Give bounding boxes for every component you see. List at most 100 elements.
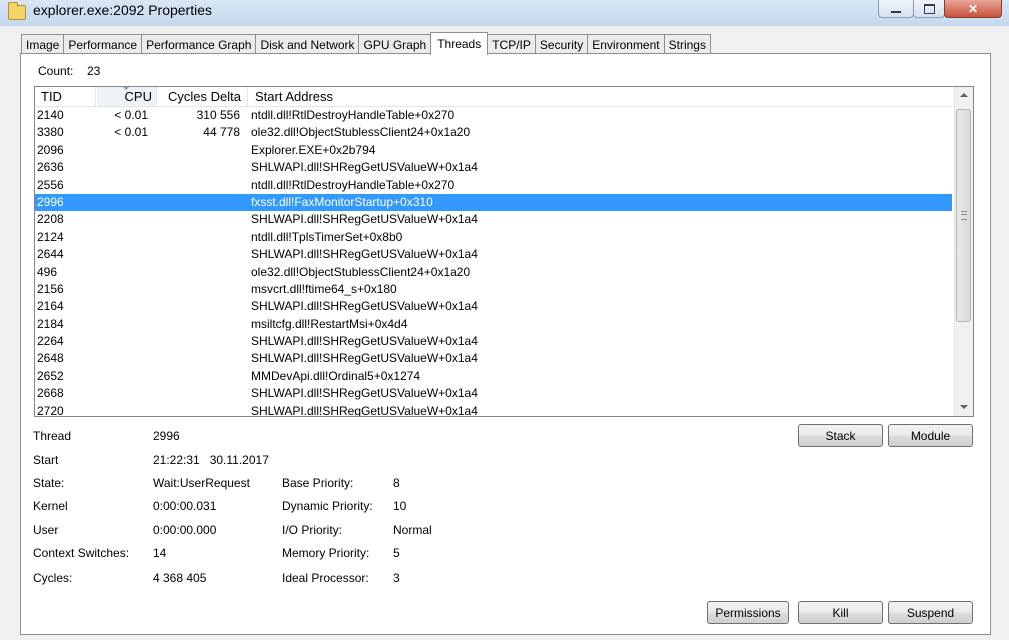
tid-cell: 2636: [37, 160, 64, 175]
count-label: Count:: [38, 64, 74, 78]
tab-strings[interactable]: Strings: [663, 34, 711, 55]
thread-label: Thread: [33, 429, 72, 443]
table-row[interactable]: 2164 SHLWAPI.dll!SHRegGetUSValueW+0x1a4: [35, 298, 952, 315]
thread-value: 2996: [153, 429, 180, 443]
table-row[interactable]: 2652 MMDevApi.dll!Ordinal5+0x1274: [35, 368, 952, 385]
table-row[interactable]: 2264 SHLWAPI.dll!SHRegGetUSValueW+0x1a4: [35, 333, 952, 350]
start-address-cell: MMDevApi.dll!Ordinal5+0x1274: [251, 368, 421, 383]
start-address-cell: SHLWAPI.dll!SHRegGetUSValueW+0x1a4: [251, 212, 478, 227]
tab-security[interactable]: Security: [534, 34, 589, 55]
tid-cell: 2668: [37, 386, 64, 401]
start-address-cell: fxsst.dll!FaxMonitorStartup+0x310: [251, 194, 433, 209]
tid-cell: 2184: [37, 316, 64, 331]
state-value: Wait:UserRequest: [153, 476, 250, 490]
list-header: TID CPU Cycles Delta Start Address: [35, 87, 952, 107]
tab-tcp-ip[interactable]: TCP/IP: [487, 34, 536, 55]
table-row[interactable]: 2124 ntdll.dll!TplsTimerSet+0x8b0: [35, 229, 952, 246]
user-label: User: [33, 523, 59, 537]
maximize-icon: [923, 3, 935, 14]
cycles-label: Cycles:: [33, 571, 73, 585]
minimize-icon: [891, 10, 901, 13]
table-row[interactable]: 2720 SHLWAPI.dll!SHRegGetUSValueW+0x1a4: [35, 403, 952, 417]
context-switches-label: Context Switches:: [33, 546, 130, 560]
start-address-cell: ntdll.dll!RtlDestroyHandleTable+0x270: [251, 108, 455, 122]
scrollbar-thumb[interactable]: [956, 109, 971, 322]
tid-cell: 2140: [37, 108, 64, 122]
cycles-delta-cell: 310 556: [196, 108, 240, 122]
table-row[interactable]: 2668 SHLWAPI.dll!SHRegGetUSValueW+0x1a4: [35, 385, 952, 402]
column-header-start-address[interactable]: Start Address: [249, 87, 749, 106]
module-button[interactable]: Module: [888, 424, 973, 447]
permissions-button[interactable]: Permissions: [707, 601, 789, 624]
tid-cell: 2648: [37, 351, 64, 366]
vertical-scrollbar[interactable]: [954, 87, 973, 416]
cycles-value: 4 368 405: [153, 571, 207, 585]
threads-list[interactable]: TID CPU Cycles Delta Start Address 2140 <…: [34, 86, 974, 417]
table-row[interactable]: 2644 SHLWAPI.dll!SHRegGetUSValueW+0x1a4: [35, 246, 952, 263]
table-row[interactable]: 2556 ntdll.dll!RtlDestroyHandleTable+0x27…: [35, 177, 952, 194]
start-address-cell: ole32.dll!ObjectStublessClient24+0x1a20: [251, 264, 471, 279]
tid-cell: 2644: [37, 247, 64, 262]
column-header-tid[interactable]: TID: [35, 87, 96, 106]
start-address-cell: SHLWAPI.dll!SHRegGetUSValueW+0x1a4: [251, 351, 478, 366]
base-priority-value: 8: [393, 476, 400, 490]
tid-cell: 3380: [37, 125, 64, 140]
threads-panel: Count: 23 TID CPU Cycles Delta Start Add…: [20, 53, 991, 635]
state-label: State:: [33, 476, 65, 490]
kernel-value: 0:00:00.031: [153, 499, 217, 513]
tab-threads[interactable]: Threads: [430, 32, 489, 55]
start-address-cell: Explorer.EXE+0x2b794: [251, 142, 376, 157]
suspend-button[interactable]: Suspend: [888, 601, 973, 624]
column-header-cycles-delta[interactable]: Cycles Delta: [158, 87, 248, 106]
tid-cell: 2096: [37, 142, 64, 157]
tid-cell: 2208: [37, 212, 64, 227]
tab-gpu-graph[interactable]: GPU Graph: [358, 34, 432, 55]
tab-environment[interactable]: Environment: [587, 34, 665, 55]
close-button[interactable]: ✕: [944, 0, 1002, 18]
cpu-cell: < 0.01: [114, 108, 148, 122]
title-bar[interactable]: explorer.exe:2092 Properties ✕: [0, 0, 1009, 26]
start-label: Start: [33, 453, 59, 467]
table-row[interactable]: 2096 Explorer.EXE+0x2b794: [35, 142, 952, 159]
folder-icon: [8, 2, 26, 20]
start-address-cell: SHLWAPI.dll!SHRegGetUSValueW+0x1a4: [251, 386, 478, 401]
table-row[interactable]: 2648 SHLWAPI.dll!SHRegGetUSValueW+0x1a4: [35, 350, 952, 367]
tid-cell: 2720: [37, 403, 64, 417]
cycles-delta-cell: 44 778: [203, 125, 240, 140]
window-title: explorer.exe:2092 Properties: [33, 2, 212, 18]
table-row[interactable]: 2636 SHLWAPI.dll!SHRegGetUSValueW+0x1a4: [35, 159, 952, 176]
minimize-button[interactable]: [878, 0, 914, 18]
kernel-label: Kernel: [33, 499, 68, 513]
start-address-cell: ntdll.dll!RtlDestroyHandleTable+0x270: [251, 177, 455, 192]
tab-performance-graph[interactable]: Performance Graph: [141, 34, 257, 55]
user-value: 0:00:00.000: [153, 523, 217, 537]
start-value: 21:22:31 30.11.2017: [153, 453, 269, 467]
table-row[interactable]: 3380 < 0.01 44 778 ole32.dll!ObjectStubless…: [35, 124, 952, 141]
table-row[interactable]: 496 ole32.dll!ObjectStublessClient24+0x1a…: [35, 264, 952, 281]
tid-cell: 2164: [37, 299, 64, 314]
start-address-cell: SHLWAPI.dll!SHRegGetUSValueW+0x1a4: [251, 403, 478, 417]
start-address-cell: SHLWAPI.dll!SHRegGetUSValueW+0x1a4: [251, 247, 478, 262]
stack-button[interactable]: Stack: [798, 424, 883, 447]
start-address-cell: ole32.dll!ObjectStublessClient24+0x1a20: [251, 125, 471, 140]
tid-cell: 2264: [37, 334, 64, 349]
scroll-down-icon[interactable]: [955, 398, 973, 416]
tab-disk-and-network[interactable]: Disk and Network: [255, 34, 360, 55]
start-address-cell: msiltcfg.dll!RestartMsi+0x4d4: [251, 316, 408, 331]
start-address-cell: SHLWAPI.dll!SHRegGetUSValueW+0x1a4: [251, 160, 478, 175]
maximize-button[interactable]: [913, 0, 945, 18]
table-row[interactable]: 2140 < 0.01 310 556 ntdll.dll!RtlDestroyHan…: [35, 107, 952, 124]
table-row[interactable]: 2208 SHLWAPI.dll!SHRegGetUSValueW+0x1a4: [35, 211, 952, 228]
table-row-selected[interactable]: 2996 fxsst.dll!FaxMonitorStartup+0x310: [35, 193, 952, 212]
kill-button[interactable]: Kill: [798, 601, 883, 624]
grip-icon: [961, 211, 967, 220]
tid-cell: 2652: [37, 368, 64, 383]
dynamic-priority-label: Dynamic Priority:: [282, 499, 373, 513]
tab-performance[interactable]: Performance: [63, 34, 143, 55]
table-row[interactable]: 2156 msvcrt.dll!ftime64_s+0x180: [35, 281, 952, 298]
start-address-cell: SHLWAPI.dll!SHRegGetUSValueW+0x1a4: [251, 334, 478, 349]
table-row[interactable]: 2184 msiltcfg.dll!RestartMsi+0x4d4: [35, 316, 952, 333]
tab-image[interactable]: Image: [21, 34, 65, 55]
sort-indicator-icon: [123, 87, 129, 90]
scroll-up-icon[interactable]: [955, 87, 973, 105]
